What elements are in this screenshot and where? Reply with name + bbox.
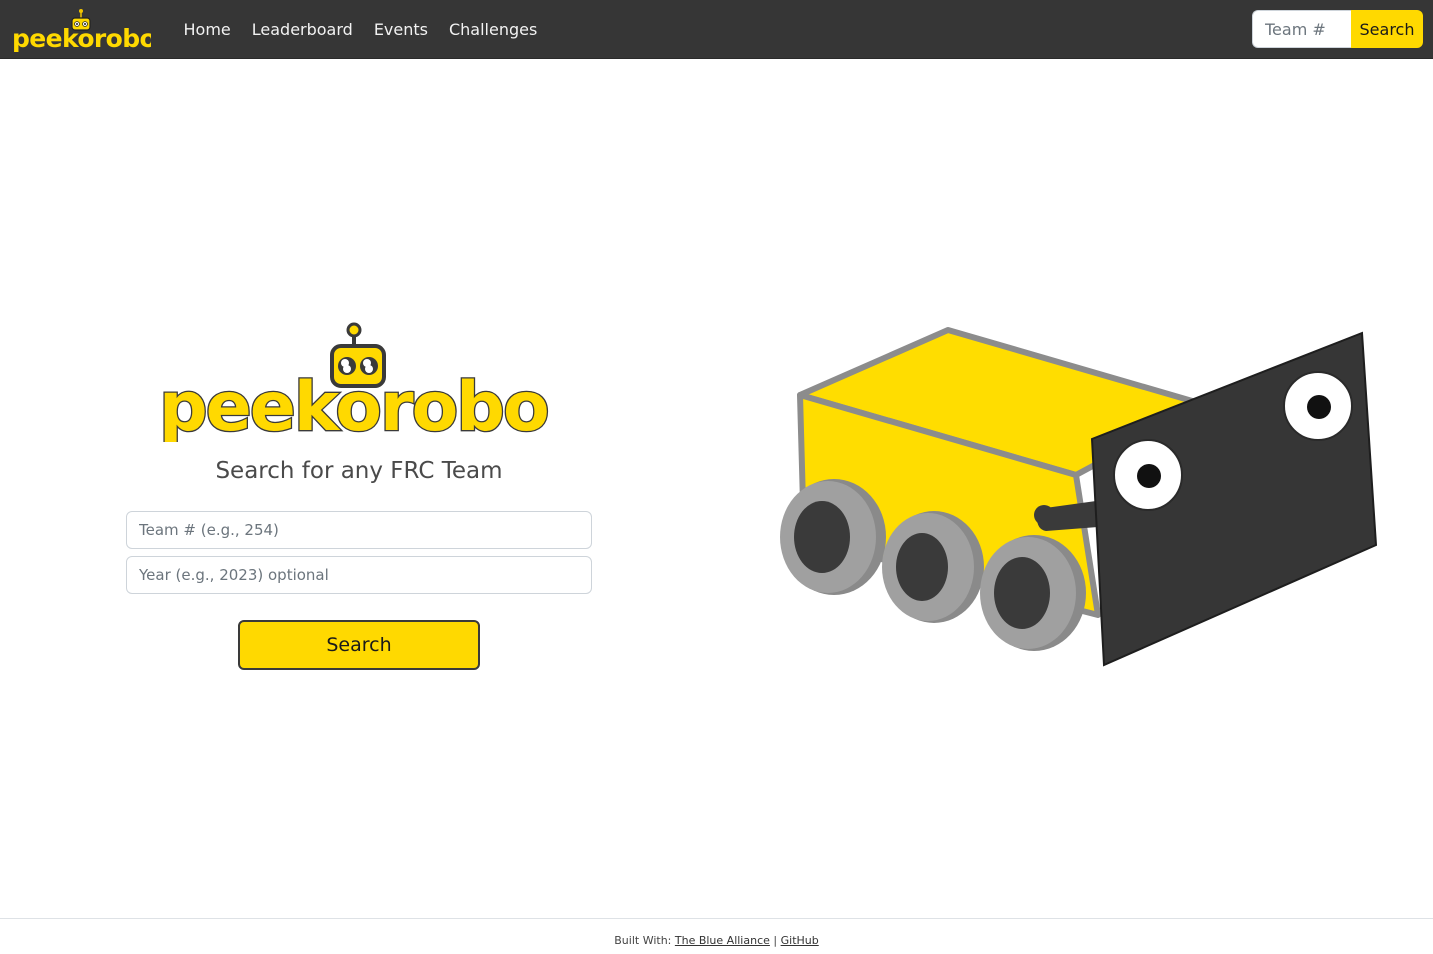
hero-tagline: Search for any FRC Team [215, 458, 503, 484]
hero-logo-graphic: peekorobo [158, 322, 551, 448]
brand-logo[interactable]: peekorobo [11, 8, 157, 53]
footer: Built With: The Blue Alliance | GitHub [0, 918, 1433, 954]
brand-logo-text: peekorobo [12, 24, 151, 52]
footer-separator: | [773, 934, 778, 947]
hero-logo-text: peekorobo [159, 368, 548, 442]
nav-link-events[interactable]: Events [363, 20, 438, 39]
year-input[interactable] [126, 556, 592, 594]
navbar: peekorobo Home Leaderboard Events Challe… [0, 0, 1433, 59]
robot-illustration [776, 325, 1378, 667]
nav-team-search-input[interactable] [1252, 10, 1351, 48]
nav-link-leaderboard[interactable]: Leaderboard [241, 20, 363, 39]
nav-search-group: Search [1252, 10, 1423, 48]
nav-link-challenges[interactable]: Challenges [438, 20, 547, 39]
nav-links: Home Leaderboard Events Challenges [173, 0, 548, 59]
hero-search-button[interactable]: Search [238, 620, 480, 670]
nav-link-home[interactable]: Home [173, 20, 241, 39]
hero-logo: peekorobo [156, 322, 562, 448]
footer-link-the-blue-alliance[interactable]: The Blue Alliance [675, 934, 770, 947]
team-number-input[interactable] [126, 511, 592, 549]
brand-logo-graphic: peekorobo [12, 9, 157, 53]
footer-prefix: Built With: [614, 934, 672, 947]
footer-link-github[interactable]: GitHub [781, 934, 819, 947]
nav-search-button[interactable]: Search [1351, 10, 1423, 48]
robot-illustration-graphic [780, 327, 1378, 667]
